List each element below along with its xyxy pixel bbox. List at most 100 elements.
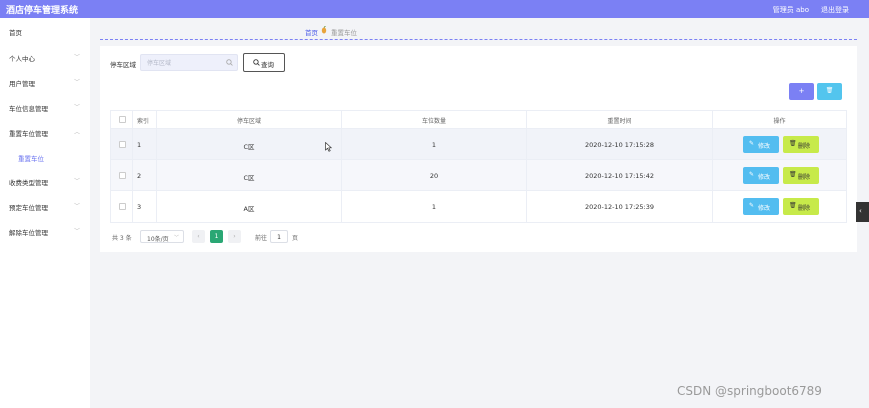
pencil-icon: ✎ (749, 202, 755, 209)
column-header-time: 重置时间 (607, 118, 632, 125)
row-area: C区 (243, 143, 255, 151)
page-suffix: 页 (292, 235, 299, 242)
sidebar-item-user-management[interactable]: 用户管理 ﹀ (0, 75, 90, 89)
search-icon (253, 59, 260, 66)
plus-icon: + (798, 87, 805, 95)
row-time: 2020-12-10 17:25:39 (584, 203, 655, 211)
chevron-right-icon: › (233, 233, 236, 240)
mouse-cursor-icon (325, 142, 332, 152)
sidebar-item-label: 预定车位管理 (9, 204, 48, 212)
goto-page-value: 1 (277, 234, 281, 241)
sidebar-item-home[interactable]: 首页 (0, 24, 90, 38)
table-row: 3 A区 1 2020-12-10 17:25:39 ✎ 修改 🗑 删除 (111, 191, 846, 222)
sidebar-item-label: 重置车位管理 (9, 130, 48, 138)
prev-page-button[interactable]: ‹ (192, 230, 205, 243)
chevron-down-icon: ﹀ (173, 235, 179, 241)
sidebar-item-label: 收费类型管理 (9, 179, 48, 187)
row-index: 3 (137, 203, 142, 211)
pagination-total: 共 3 条 (112, 235, 132, 242)
row-count: 1 (431, 203, 437, 211)
collapse-handle[interactable]: ‹ (856, 202, 869, 222)
row-area: A区 (243, 205, 255, 213)
row-time: 2020-12-10 17:15:42 (584, 172, 655, 180)
breadcrumb-home[interactable]: 首页 (305, 27, 318, 37)
search-icon (226, 59, 233, 66)
sidebar-item-release-space[interactable]: 解除车位管理 ﹀ (0, 224, 90, 238)
row-count: 1 (431, 141, 437, 149)
sidebar-item-label: 解除车位管理 (9, 229, 48, 237)
sidebar-item-label: 个人中心 (9, 55, 35, 63)
pagination: 共 3 条 10条/页 ﹀ ‹ 1 › 前往 1 页 (112, 230, 412, 244)
chevron-up-icon: ﹀ (73, 127, 80, 134)
content-panel: 停车区域 查询 + 🗑 索引 停车区域 (100, 46, 857, 252)
area-filter-box (140, 54, 238, 71)
row-count: 20 (429, 172, 439, 180)
edit-button[interactable]: ✎ 修改 (743, 198, 779, 215)
delete-button[interactable]: 🗑 删除 (783, 198, 819, 215)
edit-button[interactable]: ✎ 修改 (743, 167, 779, 184)
table-row: 2 C区 20 2020-12-10 17:15:42 ✎ 修改 🗑 删除 (111, 160, 846, 191)
breadcrumb: 首页 重置车位 (100, 24, 857, 40)
select-all-checkbox[interactable] (119, 116, 126, 123)
chevron-down-icon: ﹀ (73, 228, 80, 235)
chevron-down-icon: ﹀ (73, 104, 80, 111)
trash-icon: 🗑 (825, 87, 834, 94)
table-row: 1 C区 1 2020-12-10 17:15:28 ✎ 修改 🗑 删除 (111, 129, 846, 160)
sidebar-item-reset-space[interactable]: 重置车位 (0, 150, 90, 164)
column-header-index: 索引 (137, 118, 150, 125)
edit-button-label: 修改 (758, 205, 771, 212)
row-time: 2020-12-10 17:15:28 (584, 141, 655, 149)
chevron-down-icon: ﹀ (73, 203, 80, 210)
page-number-button[interactable]: 1 (210, 230, 223, 243)
pencil-icon: ✎ (749, 171, 755, 178)
delete-button-label: 删除 (798, 143, 811, 150)
row-checkbox[interactable] (119, 172, 126, 179)
chevron-down-icon: ﹀ (73, 79, 80, 86)
edit-button-label: 修改 (758, 143, 771, 150)
page-size-value: 10条/页 (147, 236, 169, 243)
sidebar-item-label: 重置车位 (18, 155, 44, 163)
add-button[interactable]: + (789, 83, 814, 100)
edit-button-label: 修改 (758, 174, 771, 181)
reset-space-table: 索引 停车区域 车位数量 重置时间 操作 1 C区 1 2020-12-10 1… (110, 110, 847, 223)
top-bar: 酒店停车管理系统 管理员 abo 退出登录 (0, 0, 869, 18)
logout-link[interactable]: 退出登录 (821, 5, 849, 15)
sidebar-item-personal-center[interactable]: 个人中心 ﹀ (0, 50, 90, 64)
sidebar-item-reset-space-management[interactable]: 重置车位管理 ﹀ (0, 125, 90, 139)
goto-page-input[interactable]: 1 (270, 230, 288, 243)
sidebar-item-reserve-space[interactable]: 预定车位管理 ﹀ (0, 199, 90, 213)
row-area: C区 (243, 174, 255, 182)
page-number-label: 1 (214, 233, 219, 240)
watermark: CSDN @springboot6789 (677, 384, 822, 398)
sidebar-item-label: 首页 (9, 29, 22, 37)
goto-label: 前往 (255, 235, 268, 242)
delete-button-label: 删除 (798, 174, 811, 181)
next-page-button[interactable]: › (228, 230, 241, 243)
sidebar-item-space-info[interactable]: 车位信息管理 ﹀ (0, 100, 90, 114)
chevron-left-icon: ‹ (197, 233, 200, 240)
row-index: 2 (137, 172, 142, 180)
query-button[interactable]: 查询 (243, 53, 285, 72)
app-title: 酒店停车管理系统 (6, 6, 79, 16)
query-button-label: 查询 (261, 61, 274, 69)
row-checkbox[interactable] (119, 141, 126, 148)
delete-button[interactable]: 🗑 删除 (783, 136, 819, 153)
column-header-area: 停车区域 (236, 118, 261, 125)
sidebar-item-label: 用户管理 (9, 80, 35, 88)
delete-button-label: 删除 (798, 205, 811, 212)
batch-delete-button[interactable]: 🗑 (817, 83, 842, 100)
breadcrumb-current: 重置车位 (331, 29, 357, 37)
row-checkbox[interactable] (119, 203, 126, 210)
area-filter-input[interactable] (147, 58, 225, 68)
trash-icon: 🗑 (789, 202, 797, 209)
pencil-icon: ✎ (749, 140, 755, 147)
table-header-row: 索引 停车区域 车位数量 重置时间 操作 (111, 111, 846, 129)
chevron-down-icon: ﹀ (73, 54, 80, 61)
edit-button[interactable]: ✎ 修改 (743, 136, 779, 153)
page-size-select[interactable]: 10条/页 ﹀ (140, 230, 184, 243)
delete-button[interactable]: 🗑 删除 (783, 167, 819, 184)
sidebar: 首页 个人中心 ﹀ 用户管理 ﹀ 车位信息管理 ﹀ 重置车位管理 ﹀ 重置车位 … (0, 18, 90, 408)
trash-icon: 🗑 (789, 140, 797, 147)
admin-label: 管理员 abo (772, 6, 809, 14)
sidebar-item-fee-type[interactable]: 收费类型管理 ﹀ (0, 174, 90, 188)
